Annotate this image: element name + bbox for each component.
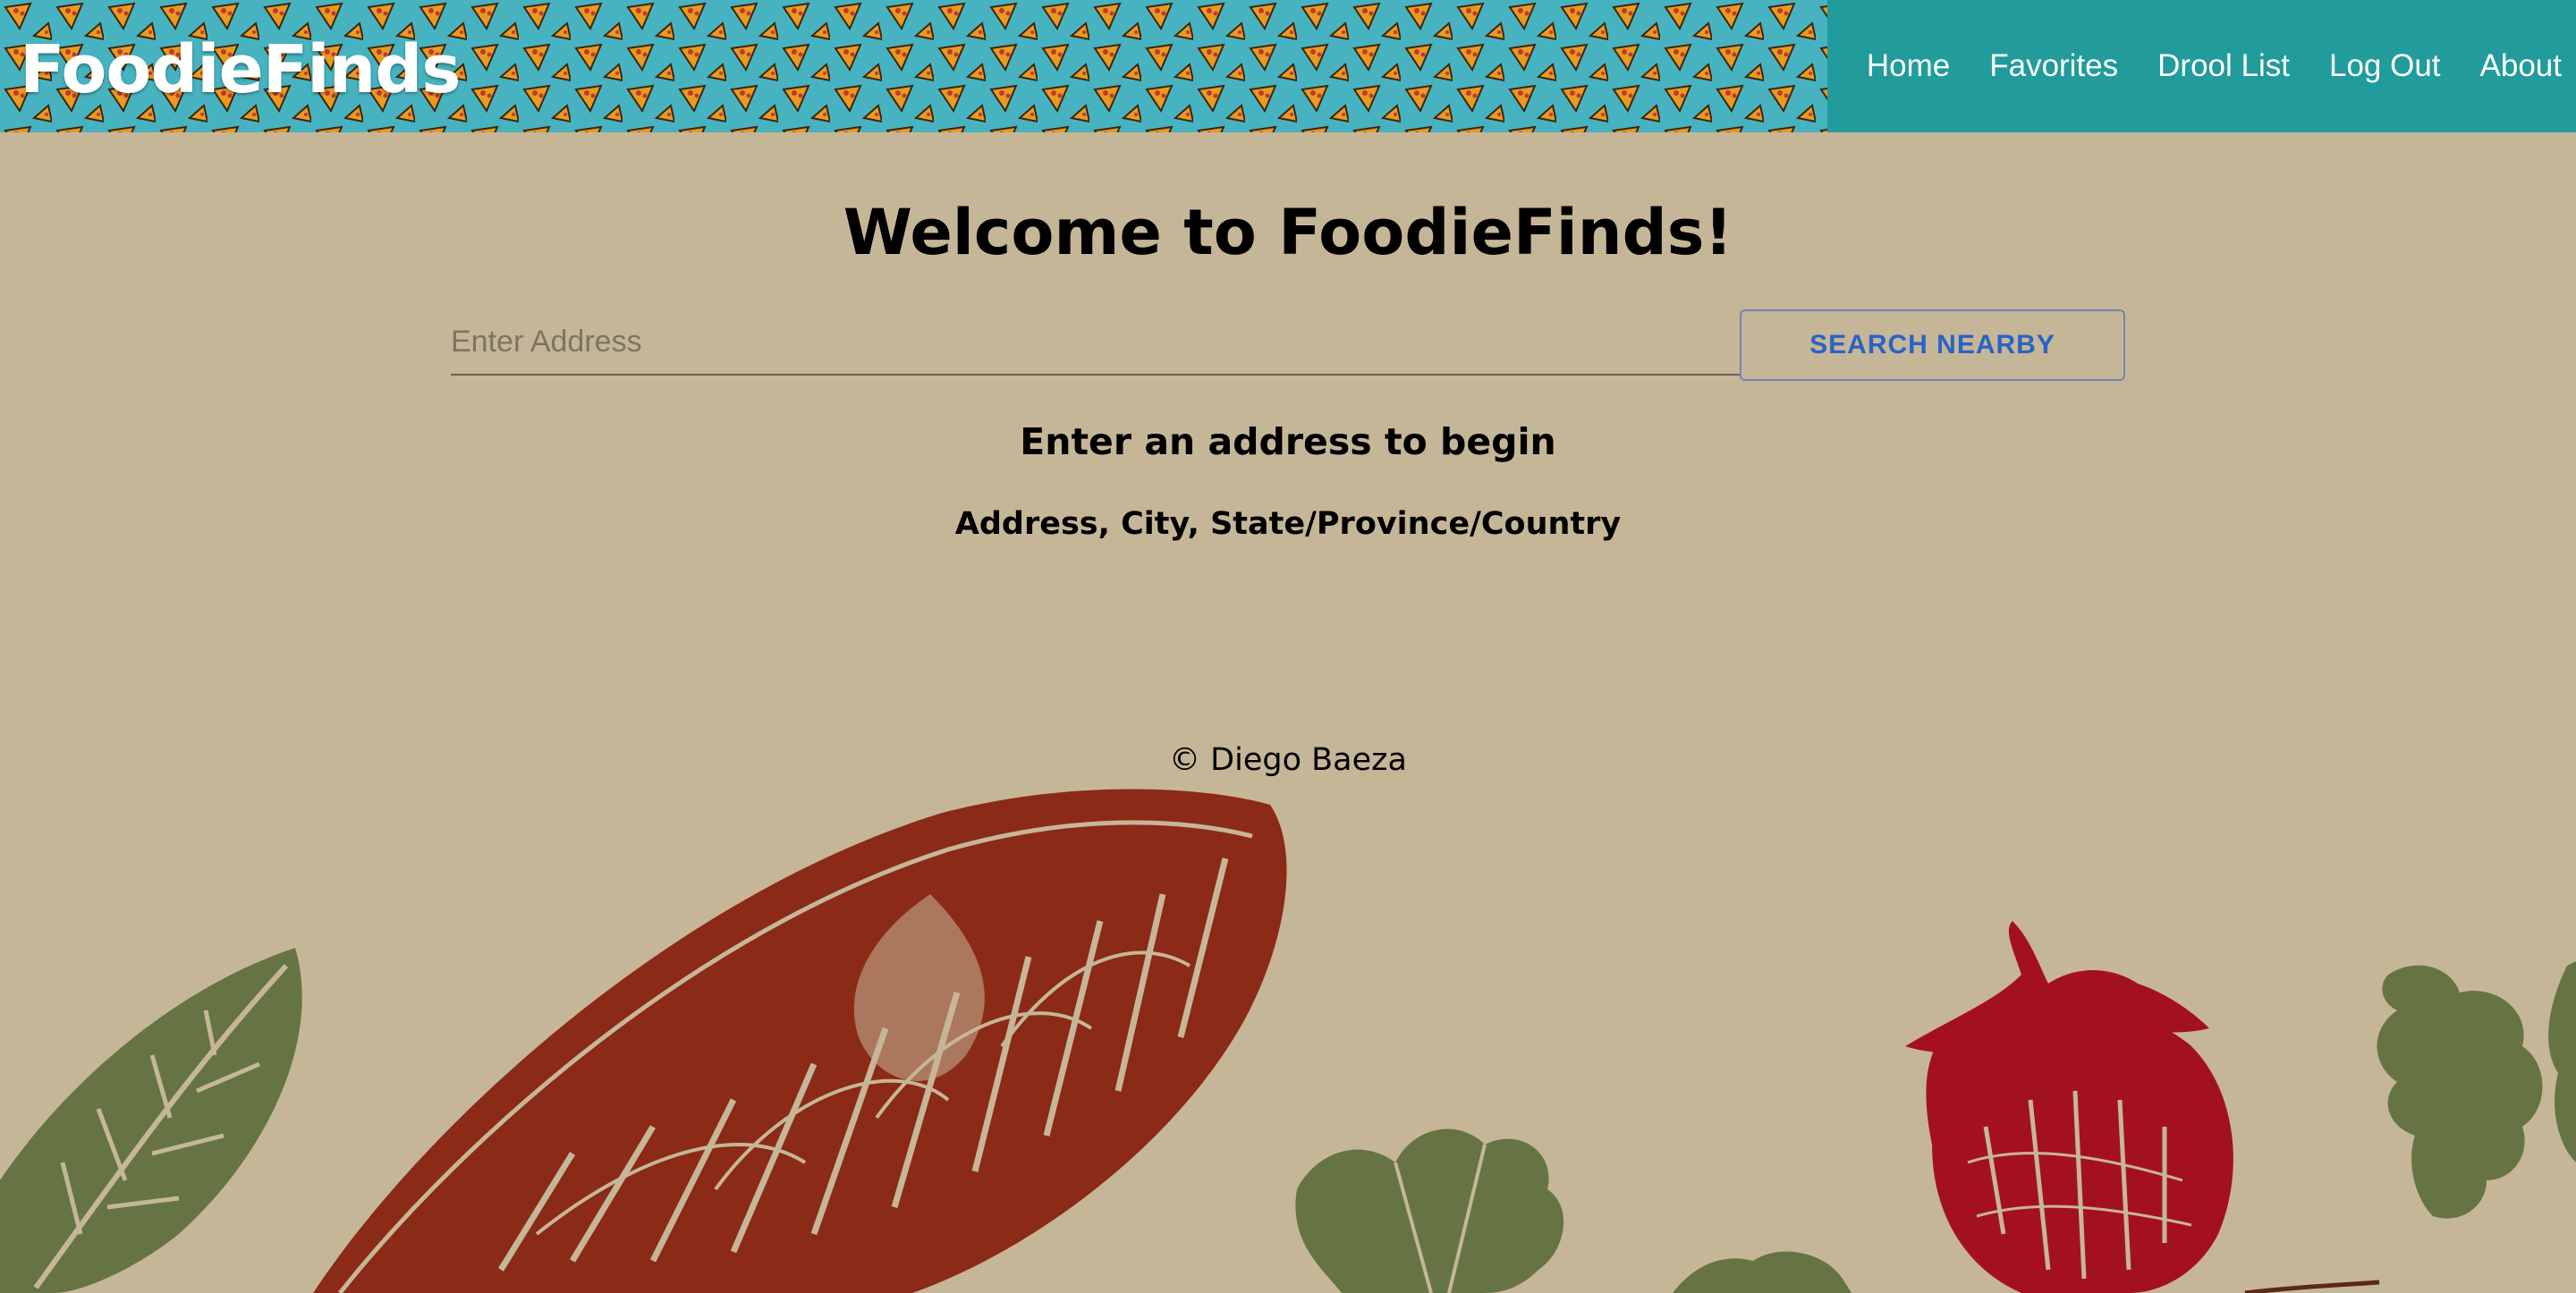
nav-favorites-link[interactable]: Favorites [1989, 48, 2118, 84]
nav-links: Home Favorites Drool List Log Out About [1826, 0, 2576, 132]
nav-home-link[interactable]: Home [1867, 48, 1950, 84]
footer-copyright: © Diego Baeza [1169, 742, 1407, 778]
nav-drool-list-link[interactable]: Drool List [2157, 48, 2290, 84]
strawberry-illustration [1905, 921, 2233, 1293]
brand-banner: FoodieFinds [0, 0, 1827, 132]
top-navbar: FoodieFinds Home Favorites Drool List Lo… [0, 0, 2576, 132]
stem-illustration [2244, 1280, 2380, 1293]
nav-log-out-link[interactable]: Log Out [2329, 48, 2441, 84]
page: FoodieFinds Home Favorites Drool List Lo… [0, 0, 2576, 1293]
page-title: Welcome to FoodieFinds! [843, 196, 1733, 269]
empty-state-heading: Enter an address to begin [1020, 420, 1556, 463]
address-input[interactable] [451, 309, 1741, 376]
leaf-illustration [0, 948, 302, 1293]
food-illustration-background [0, 789, 2576, 1293]
address-format-hint: Address, City, State/Province/Country [954, 506, 1622, 542]
address-search-form: SEARCH NEARBY [451, 309, 2125, 383]
search-nearby-button[interactable]: SEARCH NEARBY [1740, 309, 2125, 381]
baguette-illustration [313, 789, 1287, 1293]
brand-logo-text[interactable]: FoodieFinds [20, 30, 461, 109]
nav-about-link[interactable]: About [2480, 48, 2562, 84]
